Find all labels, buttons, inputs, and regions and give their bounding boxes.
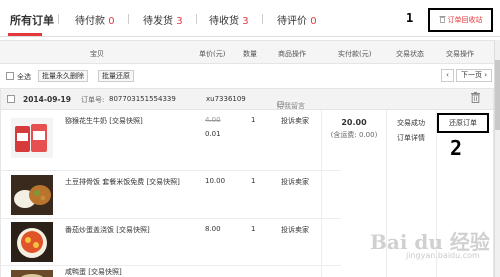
next-page-button[interactable]: 下一页 › (456, 69, 492, 82)
product-title[interactable]: 番茄炒蛋盖浇饭 [交易快照] (65, 225, 150, 235)
tab-label: 待收货 (209, 16, 239, 27)
tab-count: 3 (242, 16, 249, 27)
order-checkbox[interactable] (7, 95, 15, 103)
paid-cell: 20.00 (含运费: 0.00) (323, 118, 385, 140)
complain-seller-link[interactable]: 投诉卖家 (281, 177, 309, 187)
product-image[interactable] (11, 118, 53, 158)
complain-seller-link[interactable]: 投诉卖家 (281, 116, 309, 126)
order-item: 土豆排骨饭 套餐米饭免费 [交易快照] 10.00 1 投诉卖家 (1, 171, 341, 218)
status-cell: 交易成功 订单详情 (388, 118, 434, 143)
col-item: 宝贝 (90, 50, 104, 58)
tab-label: 待付款 (75, 16, 105, 27)
tab-count: 3 (176, 16, 183, 27)
order-detail-link[interactable]: 订单详情 (388, 133, 434, 143)
tab-pending-payment[interactable]: 待付款 0 (75, 12, 115, 27)
col-status: 交易状态 (396, 50, 424, 58)
tab-pending-receipt[interactable]: 待收货 3 (209, 12, 249, 27)
tab-divider (128, 14, 129, 24)
order-item: 咸鸭蛋 [交易快照] (1, 266, 341, 277)
order-status: 交易成功 (397, 119, 425, 127)
tab-all-orders[interactable]: 所有订单 (10, 12, 54, 28)
product-image[interactable] (11, 270, 53, 277)
order-item: 番茄炒蛋盖浇饭 [交易快照] 8.00 1 投诉卖家 (1, 219, 341, 265)
chevron-left-icon: ‹ (446, 71, 449, 79)
col-paid: 实付款(元) (338, 50, 372, 58)
tab-divider (58, 14, 59, 24)
order-number-label: 订单号: (81, 96, 105, 104)
order-header: 2014-09-19 订单号: 807703151554339 xu733610… (0, 88, 494, 110)
col-unit-price: 单价(元) (199, 50, 226, 58)
tab-count: 0 (108, 16, 115, 27)
product-title[interactable]: 咸鸭蛋 [交易快照] (65, 267, 122, 277)
product-image[interactable] (11, 222, 53, 262)
product-title[interactable]: 猕猴花生牛奶 [交易快照] (65, 116, 143, 126)
tab-divider (262, 14, 263, 24)
restore-order-button[interactable]: 还原订单 (437, 113, 489, 133)
delete-order-icon[interactable] (471, 92, 480, 105)
product-title[interactable]: 土豆排骨饭 套餐米饭免费 [交易快照] (65, 177, 180, 187)
select-all-label: 全选 (17, 73, 31, 81)
trash-icon (439, 15, 446, 25)
batch-actions: 全选 批量永久删除 批量还原 ‹ 下一页 › (0, 67, 494, 85)
tab-label: 待发货 (143, 16, 173, 27)
tab-label: 待评价 (277, 16, 307, 27)
order-total: 20.00 (341, 118, 367, 127)
shipping-fee: (含运费: 0.00) (330, 131, 378, 139)
tabs-divider (0, 36, 500, 37)
seller-name[interactable]: xu7336109 (206, 95, 246, 103)
next-page-label: 下一页 (460, 71, 482, 79)
batch-restore-button[interactable]: 批量还原 (98, 70, 134, 82)
col-item-action: 商品操作 (278, 50, 306, 58)
quantity: 1 (251, 225, 256, 233)
watermark-url: jingyan.baidu.com (406, 251, 480, 260)
prev-page-button[interactable]: ‹ (441, 69, 454, 82)
order-date: 2014-09-19 (23, 95, 71, 104)
col-quantity: 数量 (243, 50, 257, 58)
tab-pending-review[interactable]: 待评价 0 (277, 12, 317, 27)
order-number: 807703151554339 (109, 95, 176, 103)
complain-seller-link[interactable]: 投诉卖家 (281, 225, 309, 235)
recycle-bin-button[interactable]: 订单回收站 (428, 8, 493, 32)
table-header: 宝贝 单价(元) 数量 商品操作 实付款(元) 交易状态 交易操作 (0, 40, 494, 64)
batch-delete-button[interactable]: 批量永久删除 (38, 70, 88, 82)
annotation-number-one: 1 (406, 11, 414, 25)
original-price: 4.00 (205, 116, 221, 124)
unit-price-cell: 4.00 0.01 (205, 116, 221, 138)
unit-price: 10.00 (205, 177, 226, 185)
tab-pending-shipment[interactable]: 待发货 3 (143, 12, 183, 27)
recycle-bin-label: 订单回收站 (447, 16, 483, 24)
product-image[interactable] (11, 175, 53, 215)
order-item: 猕猴花生牛奶 [交易快照] 4.00 0.01 1 投诉卖家 (1, 110, 341, 170)
tab-divider (196, 14, 197, 24)
tab-label: 所有订单 (10, 14, 54, 27)
unit-price: 8.00 (205, 225, 221, 233)
scrollbar-thumb[interactable] (495, 60, 500, 130)
quantity: 1 (251, 116, 256, 124)
tab-count: 0 (310, 16, 317, 27)
order-tabs: 所有订单 待付款 0 待发货 3 待收货 3 待评价 0 (0, 0, 500, 38)
annotation-number-two: 2 (450, 136, 463, 160)
select-all-checkbox[interactable] (6, 72, 14, 80)
quantity: 1 (251, 177, 256, 185)
unit-price: 0.01 (205, 130, 221, 138)
chevron-right-icon: › (484, 71, 488, 79)
col-action: 交易操作 (446, 50, 474, 58)
